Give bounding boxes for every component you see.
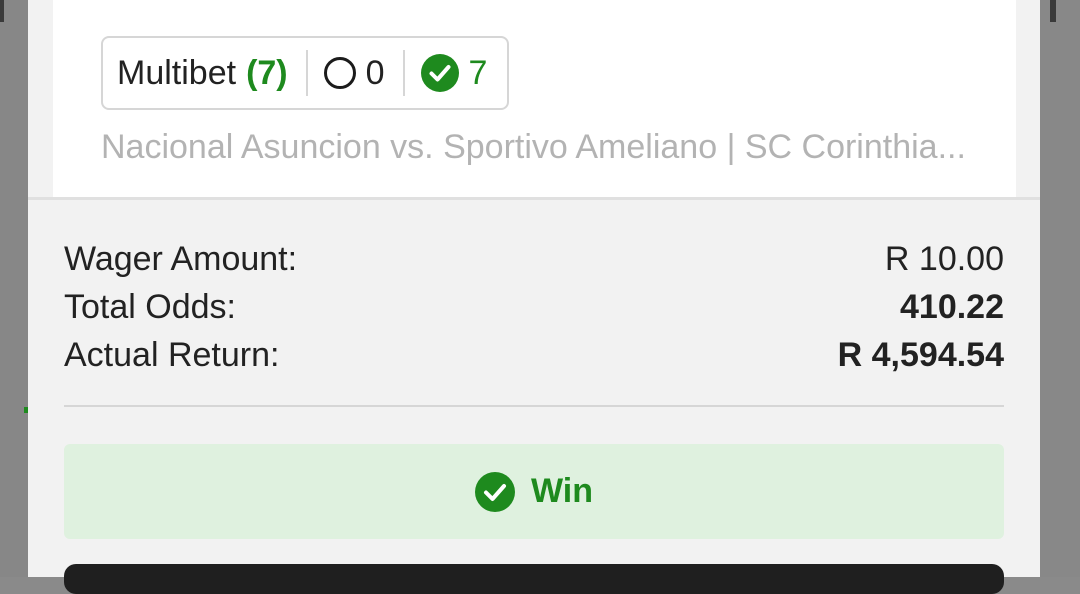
section-divider [64, 405, 1004, 407]
result-status-banner: Win [64, 444, 1004, 539]
wager-value: R 10.00 [884, 240, 1004, 278]
section-divider [28, 197, 1040, 200]
bet-summary-card: Multibet (7) 0 7 Nacional Asuncion vs. S… [53, 0, 1016, 197]
wager-label: Wager Amount: [64, 240, 298, 278]
wager-row: Wager Amount: R 10.00 [64, 240, 1004, 279]
return-value: R 4,594.54 [837, 336, 1004, 374]
bet-detail-sheet: Multibet (7) 0 7 Nacional Asuncion vs. S… [28, 0, 1040, 594]
background-page-left [0, 0, 28, 577]
leg-count: (7) [246, 53, 288, 92]
background-mark [1050, 0, 1056, 22]
open-leg-count: 0 [365, 53, 385, 92]
result-label: Win [530, 472, 593, 510]
match-list: Nacional Asuncion vs. Sportivo Ameliano … [101, 128, 966, 166]
background-mark [0, 0, 4, 22]
pill-divider [305, 50, 308, 96]
background-page-right [1040, 0, 1080, 577]
odds-value: 410.22 [900, 288, 1004, 326]
open-circle-icon [323, 57, 356, 89]
return-row: Actual Return: R 4,594.54 [64, 336, 1004, 375]
odds-label: Total Odds: [64, 288, 236, 326]
pill-divider [402, 50, 405, 96]
return-label: Actual Return: [64, 336, 280, 374]
bet-type-label: Multibet [117, 53, 237, 92]
action-button[interactable] [64, 564, 1004, 594]
check-circle-icon [420, 54, 459, 92]
bet-summary-pill: Multibet (7) 0 7 [101, 36, 510, 110]
check-circle-icon [474, 471, 515, 512]
won-leg-count: 7 [468, 53, 488, 92]
odds-row: Total Odds: 410.22 [64, 288, 1004, 327]
